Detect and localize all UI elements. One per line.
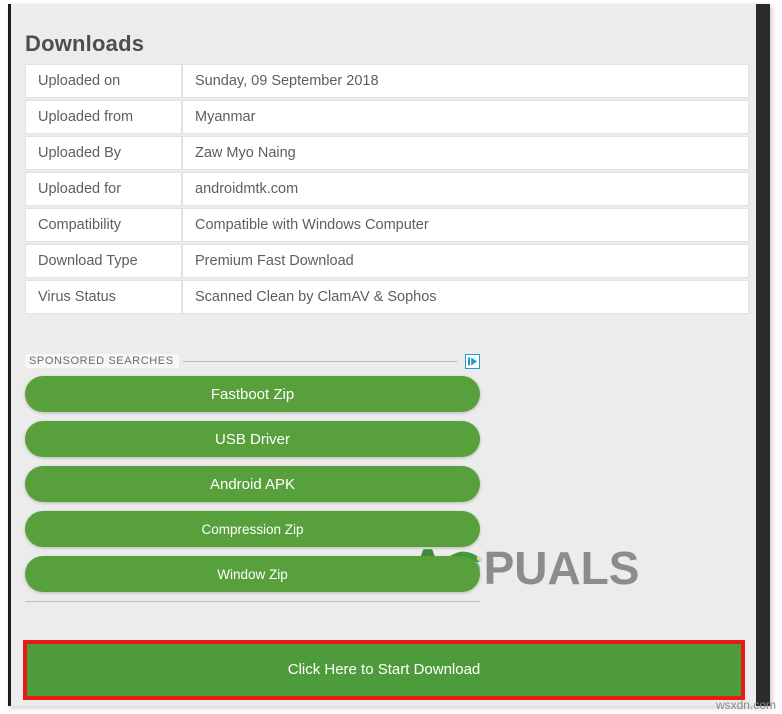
row-value: androidmtk.com [182, 172, 749, 206]
table-row: Uploaded from Myanmar [25, 100, 749, 134]
row-value: Myanmar [182, 100, 749, 134]
table-row: Uploaded for androidmtk.com [25, 172, 749, 206]
sponsored-searches-label: SPONSORED SEARCHES [25, 354, 179, 368]
ad-button-android-apk[interactable]: Android APK [25, 466, 480, 502]
table-row: Uploaded By Zaw Myo Naing [25, 136, 749, 170]
ad-button-compression-zip[interactable]: Compression Zip [25, 511, 480, 547]
ad-button-fastboot-zip[interactable]: Fastboot Zip [25, 376, 480, 412]
table-row: Uploaded on Sunday, 09 September 2018 [25, 64, 749, 98]
adchoices-icon[interactable] [465, 353, 480, 369]
table-body: Uploaded on Sunday, 09 September 2018 Up… [25, 64, 749, 314]
site-watermark: wsxdn.com [715, 698, 776, 712]
ad-button-window-zip[interactable]: Window Zip [25, 556, 480, 592]
start-download-button[interactable]: Click Here to Start Download [27, 644, 741, 696]
page-content: Downloads Uploaded on Sunday, 09 Septemb… [11, 4, 756, 706]
page-panel: Downloads Uploaded on Sunday, 09 Septemb… [8, 4, 770, 706]
row-value: Sunday, 09 September 2018 [182, 64, 749, 98]
ad-header: SPONSORED SEARCHES [25, 352, 480, 370]
row-label: Uploaded on [25, 64, 182, 98]
sponsored-searches-ad: SPONSORED SEARCHES Fastboot Zip USB Driv… [25, 352, 480, 602]
download-button-highlight: Click Here to Start Download [23, 640, 745, 700]
ad-divider-rule [182, 360, 457, 362]
page-title: Downloads [25, 30, 145, 56]
row-label: Uploaded from [25, 100, 182, 134]
table-row: Virus Status Scanned Clean by ClamAV & S… [25, 280, 749, 314]
ad-button-list: Fastboot Zip USB Driver Android APK Comp… [25, 376, 480, 592]
row-label: Compatibility [25, 208, 182, 242]
row-label: Uploaded for [25, 172, 182, 206]
row-value: Compatible with Windows Computer [182, 208, 749, 242]
row-value: Scanned Clean by ClamAV & Sophos [182, 280, 749, 314]
download-info-table: Uploaded on Sunday, 09 September 2018 Up… [25, 62, 749, 316]
ad-bottom-rule [25, 601, 480, 602]
ad-button-usb-driver[interactable]: USB Driver [25, 421, 480, 457]
row-label: Download Type [25, 244, 182, 278]
row-value: Zaw Myo Naing [182, 136, 749, 170]
logo-wordmark: PUALS [483, 542, 640, 594]
table-row: Compatibility Compatible with Windows Co… [25, 208, 749, 242]
row-label: Uploaded By [25, 136, 182, 170]
table-row: Download Type Premium Fast Download [25, 244, 749, 278]
screenshot-root: Downloads Uploaded on Sunday, 09 Septemb… [0, 0, 782, 714]
row-value: Premium Fast Download [182, 244, 749, 278]
row-label: Virus Status [25, 280, 182, 314]
